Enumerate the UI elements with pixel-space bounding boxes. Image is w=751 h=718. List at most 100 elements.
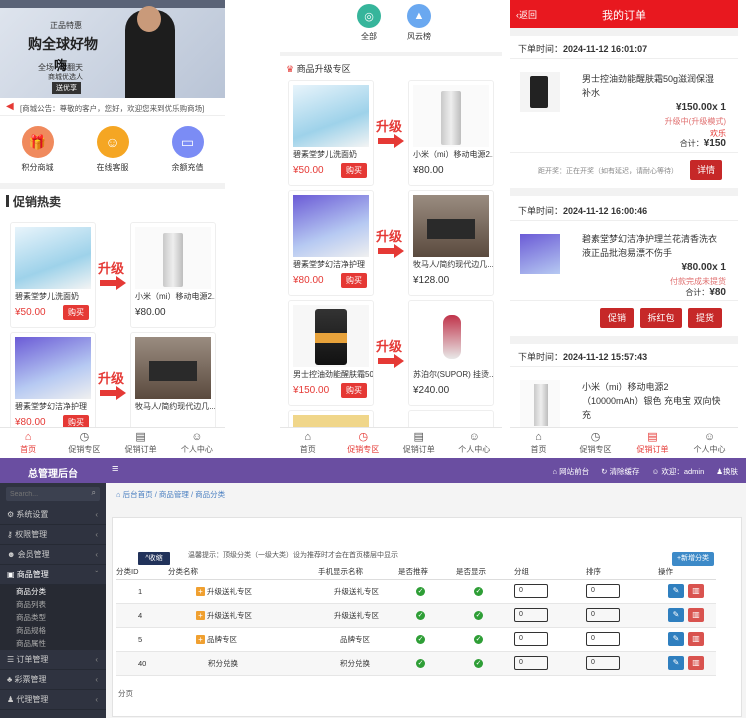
buy-button[interactable]: 购买 [341, 163, 367, 178]
order-product-name[interactable]: 小米（mi）移动电源2（10000mAh）银色 充电宝 双向快充 [582, 380, 722, 422]
category-all[interactable]: ◎ 全部 [354, 4, 384, 42]
check-icon[interactable]: ✓ [416, 587, 425, 596]
banner-cta[interactable]: 送优享 [52, 82, 81, 94]
upgrade-product-card[interactable]: 牧马人/简约现代边几... ¥128.00 [408, 190, 494, 296]
check-icon[interactable]: ✓ [416, 635, 425, 644]
delete-icon[interactable]: ▥ [688, 656, 704, 670]
tab-profile[interactable]: ☺ 个人中心 [169, 428, 225, 455]
product-card[interactable]: 碧素堂梦儿洗面奶 ¥50.00 购买 [10, 222, 96, 328]
delete-icon[interactable]: ▥ [688, 632, 704, 646]
tab-profile[interactable]: ☺ 个人中心 [447, 428, 503, 455]
sidebar-item-orders[interactable]: ☰ 订单管理 ‹ [0, 650, 106, 670]
sort-input[interactable]: 0 [586, 584, 620, 598]
tab-profile[interactable]: ☺ 个人中心 [681, 428, 738, 455]
tab-promo[interactable]: ◷ 促销专区 [56, 428, 112, 455]
check-icon[interactable]: ✓ [474, 659, 483, 668]
edit-icon[interactable]: ✎ [668, 584, 684, 598]
upgrade-product-card[interactable]: 牧马人/简约现代边几... [130, 332, 216, 438]
clear-cache-link[interactable]: ↻ 清除缓存 [601, 466, 639, 477]
product-card[interactable]: 碧素堂梦幻洁净护理 ¥80.00 购买 [288, 190, 374, 296]
tab-promo[interactable]: ◷ 促销专区 [567, 428, 624, 455]
sidebar-sub-attr[interactable]: 商品属性 [0, 637, 106, 650]
tab-promo[interactable]: ◷ 促销专区 [336, 428, 392, 455]
link-label: 网站前台 [559, 467, 590, 476]
tab-orders[interactable]: ▤ 促销订单 [113, 428, 169, 455]
upgrade-product-card[interactable]: 苏泊尔(SUPOR) 挂烫... ¥240.00 [408, 300, 494, 406]
sidebar-item-system[interactable]: ⚙ 系统设置 ‹ [0, 505, 106, 525]
notice-text: [商城公告：尊敬的客户，您好，欢迎您来到优乐购商场] [20, 104, 205, 113]
delete-icon[interactable]: ▥ [688, 608, 704, 622]
shortcut-points-mall[interactable]: 🎁 积分商城 [8, 126, 68, 178]
sort-input[interactable]: 0 [586, 608, 620, 622]
tab-home[interactable]: ⌂ 首页 [280, 428, 336, 455]
product-title: 男士控油劲能醒肤霜50... [293, 370, 373, 379]
tab-label: 首页 [20, 445, 37, 454]
check-icon[interactable]: ✓ [474, 635, 483, 644]
home-icon: ⌂ [535, 431, 542, 443]
upgrade-product-card[interactable]: 小米（mi）移动电源2... ¥80.00 [408, 80, 494, 186]
sidebar-item-permission[interactable]: ⚷ 权限管理 ‹ [0, 525, 106, 545]
group-input[interactable]: 0 [514, 608, 548, 622]
expand-icon[interactable]: + [196, 610, 205, 620]
upgrade-product-card[interactable]: 小米（mi）移动电源2... ¥80.00 [130, 222, 216, 328]
group-input[interactable]: 0 [514, 632, 548, 646]
edit-icon[interactable]: ✎ [668, 608, 684, 622]
sidebar-sub-spec[interactable]: 商品规格 [0, 624, 106, 637]
edit-icon[interactable]: ✎ [668, 656, 684, 670]
breadcrumb-item[interactable]: 商品管理 [159, 490, 189, 499]
expand-icon[interactable]: + [196, 586, 205, 596]
buy-button[interactable]: 购买 [341, 273, 367, 288]
tab-home[interactable]: ⌂ 首页 [510, 428, 567, 455]
sidebar-item-products[interactable]: ▣ 商品管理 ˇ [0, 565, 106, 585]
sort-input[interactable]: 0 [586, 632, 620, 646]
sidebar-item-agents[interactable]: ♟ 代理管理 ‹ [0, 690, 106, 710]
tab-home[interactable]: ⌂ 首页 [0, 428, 56, 455]
shortcut-recharge[interactable]: ▭ 余额充值 [158, 126, 218, 178]
buy-button[interactable]: 购买 [63, 305, 89, 320]
red-packet-button[interactable]: 拆红包 [640, 308, 682, 328]
check-icon[interactable]: ✓ [416, 659, 425, 668]
sidebar-item-members[interactable]: ☻ 会员管理 ‹ [0, 545, 106, 565]
check-icon[interactable]: ✓ [474, 611, 483, 620]
check-icon[interactable]: ✓ [474, 587, 483, 596]
sidebar-sub-type[interactable]: 商品类型 [0, 611, 106, 624]
search-input[interactable] [6, 487, 86, 501]
sidebar-sub-category[interactable]: 商品分类 [0, 585, 106, 598]
order-product-name[interactable]: 男士控油劲能醒肤霜50g滋润保湿补水 [582, 72, 722, 100]
edit-icon[interactable]: ✎ [668, 632, 684, 646]
category-rank[interactable]: ▲ 风云榜 [402, 4, 436, 42]
product-card[interactable]: 碧素堂梦幻洁净护理 ¥80.00 购买 [10, 332, 96, 438]
cell-id: 1 [116, 579, 168, 604]
banner[interactable]: 正品特惠 购全球好物 全场嗨翻天 商城优选人 送优享 [0, 0, 225, 98]
add-category-button[interactable]: +新增分类 [672, 552, 714, 566]
search-icon[interactable]: ⌕ [92, 488, 96, 498]
expand-icon[interactable]: + [196, 634, 205, 644]
breadcrumb-item[interactable]: 后台首页 [123, 490, 153, 499]
delete-icon[interactable]: ▥ [688, 584, 704, 598]
product-card[interactable]: 碧素堂梦儿洗面奶 ¥50.00 购买 [288, 80, 374, 186]
clock-icon: ◷ [79, 431, 90, 443]
group-input[interactable]: 0 [514, 656, 548, 670]
promote-button[interactable]: 促销 [600, 308, 634, 328]
details-button[interactable]: 详情 [690, 160, 722, 180]
menu-toggle-icon[interactable]: ≡ [112, 463, 118, 475]
pickup-button[interactable]: 提货 [688, 308, 722, 328]
collapse-button[interactable]: ^收缩 [138, 552, 170, 565]
tab-orders[interactable]: ▤ 促销订单 [391, 428, 447, 455]
product-card[interactable]: 男士控油劲能醒肤霜50... ¥150.00 购买 [288, 300, 374, 406]
order-product-name[interactable]: 碧素堂梦幻洁净护理兰花清香洗衣液正品批泡易漂不伤手 [582, 232, 722, 260]
site-front-link[interactable]: ⌂ 网站前台 [553, 466, 590, 477]
welcome-user[interactable]: ☺ 欢迎：admin [652, 466, 705, 477]
shortcut-support[interactable]: ☺ 在线客服 [83, 126, 143, 178]
sidebar-item-lottery[interactable]: ♣ 彩票管理 ‹ [0, 670, 106, 690]
sort-input[interactable]: 0 [586, 656, 620, 670]
tab-orders[interactable]: ▤ 促销订单 [624, 428, 681, 455]
sidebar-search: ⌕ [0, 483, 106, 505]
skin-link[interactable]: ♟换肤 [716, 466, 738, 477]
buy-button[interactable]: 购买 [341, 383, 367, 398]
user-icon: ☺ [703, 431, 716, 443]
product-title: 碧素堂梦儿洗面奶 [293, 150, 357, 159]
sidebar-sub-list[interactable]: 商品列表 [0, 598, 106, 611]
check-icon[interactable]: ✓ [416, 611, 425, 620]
group-input[interactable]: 0 [514, 584, 548, 598]
